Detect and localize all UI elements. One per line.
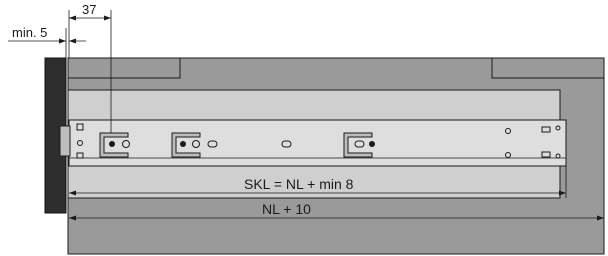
min-gap-label: min. 5 [12, 25, 47, 40]
depth-label: NL + 10 [262, 201, 311, 217]
offset-label: 37 [82, 2, 96, 17]
dimension-min-gap: min. 5 [8, 25, 86, 58]
slide-length-label: SKL = NL + min 8 [244, 176, 354, 192]
slide-rail [59, 119, 567, 167]
drawer-slide-diagram: min. 5 37 SKL = NL + min 8 NL + 10 [8, 2, 605, 255]
